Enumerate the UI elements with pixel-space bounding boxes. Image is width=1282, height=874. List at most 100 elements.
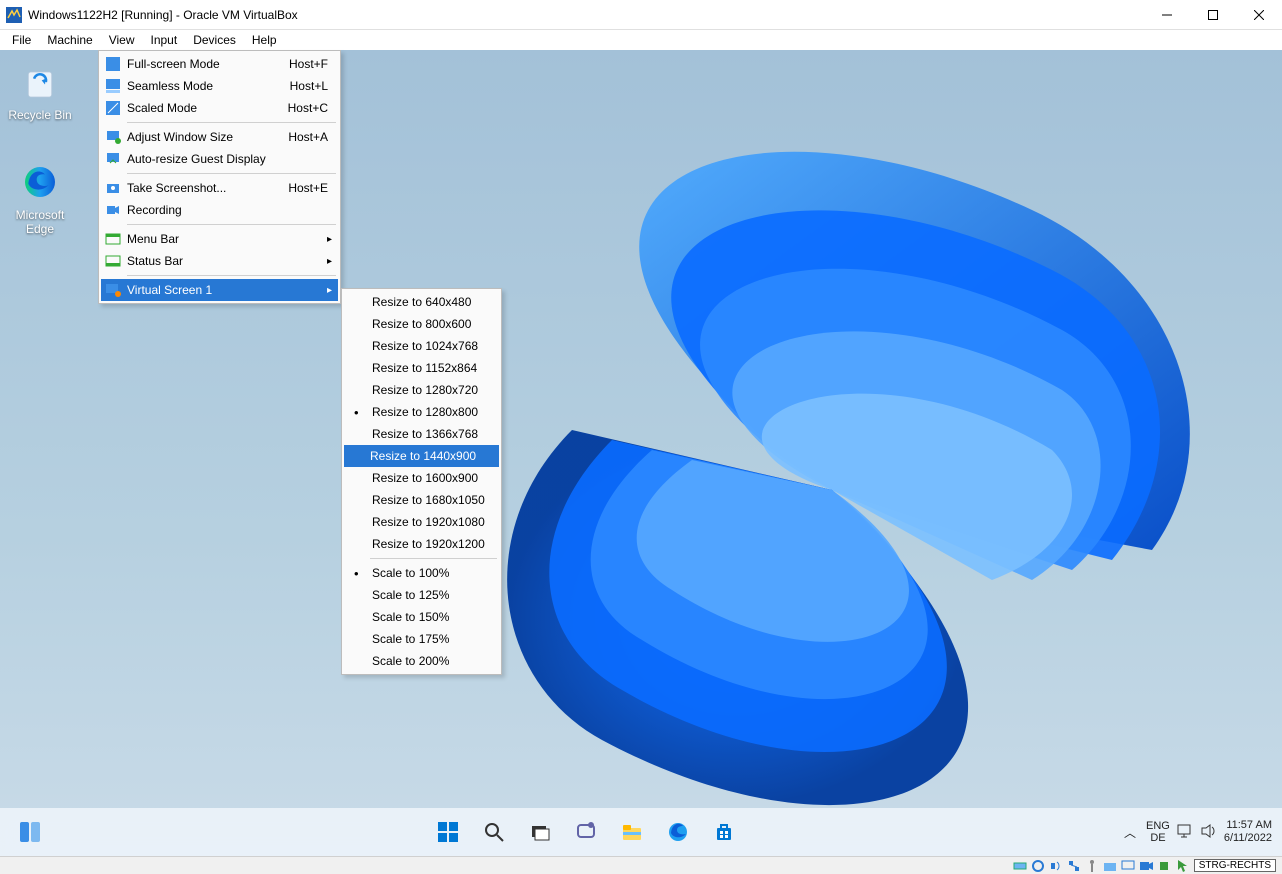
menu-item[interactable]: Seamless ModeHost+L [101,75,338,97]
menu-item[interactable]: Adjust Window SizeHost+A [101,126,338,148]
submenu-item[interactable]: Resize to 1280x720 [344,379,499,401]
sb-mouse-icon[interactable] [1174,858,1190,874]
menu-item[interactable]: Auto-resize Guest Display [101,148,338,170]
submenu-item[interactable]: Resize to 640x480 [344,291,499,313]
sb-recording-icon[interactable] [1138,858,1154,874]
submenu-item-label: Scale to 125% [370,588,489,602]
submenu-item-label: Scale to 100% [370,566,489,580]
submenu-item[interactable]: Resize to 800x600 [344,313,499,335]
menu-item-label: Take Screenshot... [125,181,278,195]
menu-separator [127,173,336,174]
menu-input[interactable]: Input [143,32,186,48]
chat-button[interactable] [566,812,606,852]
task-view-button[interactable] [520,812,560,852]
submenu-item-label: Resize to 1920x1080 [370,515,489,529]
submenu-item-label: Resize to 1680x1050 [370,493,489,507]
sb-network-icon[interactable] [1066,858,1082,874]
maximize-button[interactable] [1190,0,1236,30]
menu-item-shortcut: Host+L [278,79,328,93]
language-indicator[interactable]: ENG DE [1146,820,1170,844]
menu-separator [127,275,336,276]
submenu-item-label: Scale to 150% [370,610,489,624]
menubar: File Machine View Input Devices Help [0,30,1282,50]
submenu-item[interactable]: Resize to 1366x768 [344,423,499,445]
menu-item-shortcut: Host+F [278,57,328,71]
sb-display-icon[interactable] [1120,858,1136,874]
desktop-icon-label: Recycle Bin [2,108,78,122]
menu-devices[interactable]: Devices [185,32,244,48]
menu-item-label: Auto-resize Guest Display [125,152,328,166]
menu-file[interactable]: File [4,32,39,48]
submenu-item[interactable]: Scale to 125% [344,584,499,606]
menu-help[interactable]: Help [244,32,285,48]
scaled-icon [101,100,125,116]
search-button[interactable] [474,812,514,852]
network-icon[interactable] [1176,823,1194,842]
submenu-item-label: Resize to 1024x768 [370,339,489,353]
widgets-button[interactable] [8,816,52,848]
submenu-item[interactable]: Resize to 1152x864 [344,357,499,379]
minimize-button[interactable] [1144,0,1190,30]
menu-item-label: Full-screen Mode [125,57,278,71]
store-button[interactable] [704,812,744,852]
menu-item[interactable]: Menu Bar▸ [101,228,338,250]
submenu-item[interactable]: Resize to 1280x800 [344,401,499,423]
volume-icon[interactable] [1200,823,1218,842]
sb-audio-icon[interactable] [1048,858,1064,874]
menu-item-label: Status Bar [125,254,328,268]
menu-separator [127,122,336,123]
sb-optical-icon[interactable] [1030,858,1046,874]
submenu-item-label: Resize to 1366x768 [370,427,489,441]
menu-item[interactable]: Virtual Screen 1▸ [101,279,338,301]
menu-machine[interactable]: Machine [39,32,100,48]
submenu-arrow-icon: ▸ [327,256,332,267]
close-button[interactable] [1236,0,1282,30]
submenu-item-label: Resize to 1600x900 [370,471,489,485]
sb-hdd-icon[interactable] [1012,858,1028,874]
submenu-item[interactable]: Resize to 1920x1200 [344,533,499,555]
desktop-icon-recycle-bin[interactable]: Recycle Bin [2,58,78,122]
menu-item-label: Scaled Mode [125,101,278,115]
window-title: Windows1122H2 [Running] - Oracle VM Virt… [28,8,1144,22]
submenu-arrow-icon: ▸ [327,285,332,296]
clock[interactable]: 11:57 AM 6/11/2022 [1224,819,1272,845]
menu-item-label: Virtual Screen 1 [125,283,328,297]
submenu-item[interactable]: Resize to 1680x1050 [344,489,499,511]
submenu-item[interactable]: Resize to 1440x900 [344,445,499,467]
submenu-item[interactable]: Scale to 150% [344,606,499,628]
virtual-screen-submenu: Resize to 640x480 Resize to 800x600 Resize… [341,288,502,675]
desktop-icon-edge[interactable]: Microsoft Edge [2,158,78,236]
menu-separator [127,224,336,225]
sb-cpu-icon[interactable] [1156,858,1172,874]
lang-line1: ENG [1146,820,1170,832]
submenu-item[interactable]: Scale to 100% [344,562,499,584]
menu-item[interactable]: Scaled ModeHost+C [101,97,338,119]
menu-item[interactable]: Take Screenshot...Host+E [101,177,338,199]
statusbar-icon [101,253,125,269]
submenu-item[interactable]: Resize to 1024x768 [344,335,499,357]
menu-item[interactable]: Full-screen ModeHost+F [101,53,338,75]
submenu-item-label: Resize to 1920x1200 [370,537,489,551]
file-explorer-button[interactable] [612,812,652,852]
taskbar: ︿ ENG DE 11:57 AM 6/11/2022 [0,808,1282,856]
start-button[interactable] [428,812,468,852]
sb-shared-folders-icon[interactable] [1102,858,1118,874]
submenu-item[interactable]: Scale to 200% [344,650,499,672]
vm-statusbar: STRG-RECHTS [0,856,1282,874]
submenu-item-label: Resize to 1152x864 [370,361,489,375]
submenu-item[interactable]: Scale to 175% [344,628,499,650]
submenu-item[interactable]: Resize to 1600x900 [344,467,499,489]
submenu-item-label: Resize to 1280x720 [370,383,489,397]
menu-item-shortcut: Host+A [278,130,328,144]
hostkey-indicator[interactable]: STRG-RECHTS [1194,859,1276,872]
edge-taskbar-button[interactable] [658,812,698,852]
submenu-item-label: Resize to 800x600 [370,317,489,331]
menu-view[interactable]: View [101,32,143,48]
submenu-item[interactable]: Resize to 1920x1080 [344,511,499,533]
menu-item[interactable]: Recording [101,199,338,221]
menu-item[interactable]: Status Bar▸ [101,250,338,272]
submenu-item-label: Resize to 1280x800 [370,405,489,419]
tray-overflow-button[interactable]: ︿ [1120,824,1140,841]
sb-usb-icon[interactable] [1084,858,1100,874]
seamless-icon [101,78,125,94]
